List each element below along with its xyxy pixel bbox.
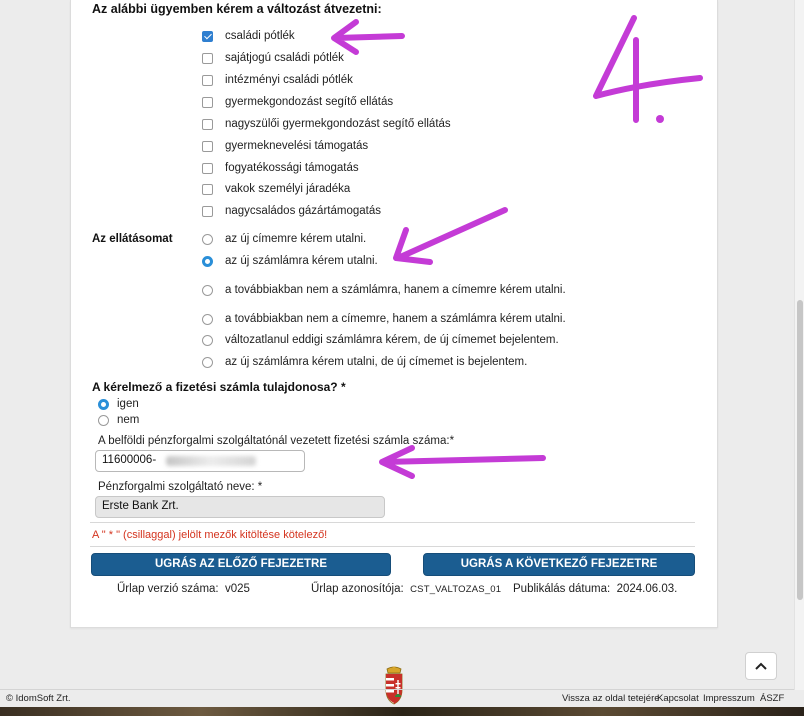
owner-option-no[interactable]: nem: [98, 414, 139, 426]
provider-name-label: Pénzforgalmi szolgáltató neve: *: [98, 481, 263, 493]
page-scrollbar[interactable]: [794, 0, 804, 690]
benefit-label: gyermeknevelési támogatás: [225, 140, 369, 152]
benefit-option-gyermekgondozas[interactable]: gyermekgondozást segítő ellátás: [202, 96, 393, 108]
provider-name-value: Erste Bank Zrt.: [102, 500, 179, 512]
benefit-label: fogyatékossági támogatás: [225, 162, 359, 174]
publish-date-label: Publikálás dátuma:: [513, 583, 611, 595]
benefit-label: nagyszülői gyermekgondozást segítő ellát…: [225, 118, 451, 130]
form-id-value: CST_VALTOZAS_01: [410, 584, 502, 595]
account-number-input[interactable]: 11600006-: [95, 450, 305, 472]
publish-date: Publikálás dátuma: 2024.06.03.: [513, 583, 677, 595]
benefit-option-nagyszuloi[interactable]: nagyszülői gyermekgondozást segítő ellát…: [202, 118, 451, 130]
provider-name-input: Erste Bank Zrt.: [95, 496, 385, 518]
checkbox[interactable]: [202, 183, 213, 195]
impressum-link[interactable]: Impresszum: [703, 693, 755, 704]
desktop-background-strip: [0, 707, 804, 716]
scroll-to-top-button[interactable]: [745, 652, 777, 680]
payment-option-new-account[interactable]: az új számlámra kérem utalni.: [202, 255, 378, 267]
footer: © IdomSoft Zrt. Vissza az oldal tetejére…: [0, 690, 794, 706]
prev-chapter-button[interactable]: UGRÁS AZ ELŐZŐ FEJEZETRE: [91, 553, 391, 576]
payment-option-address-instead[interactable]: a továbbiakban nem a számlámra, hanem a …: [202, 284, 566, 296]
publish-date-value: 2024.06.03.: [616, 583, 678, 595]
benefit-label: családi pótlék: [225, 30, 295, 42]
radio[interactable]: [202, 356, 213, 368]
form-id-label: Űrlap azonosítója:: [311, 583, 404, 595]
form-version-value: v025: [225, 583, 250, 595]
benefit-label: gyermekgondozást segítő ellátás: [225, 96, 394, 108]
form-id: Űrlap azonosítója: CST_VALTOZAS_01: [311, 583, 501, 595]
back-to-top-link[interactable]: Vissza az oldal tetejére: [562, 693, 660, 704]
radio[interactable]: [202, 255, 213, 267]
benefit-option-csaladi-potlek[interactable]: családi pótlék: [202, 30, 295, 42]
benefit-label: nagycsaládos gázártámogatás: [225, 205, 381, 217]
changes-heading: Az alábbi ügyemben kérem a változást átv…: [92, 2, 382, 16]
radio[interactable]: [98, 414, 109, 426]
payment-option-label: az új címemre kérem utalni.: [225, 233, 367, 245]
benefit-option-sajatjogu[interactable]: sajátjogú családi pótlék: [202, 52, 344, 64]
terms-link[interactable]: ÁSZF: [760, 693, 784, 704]
next-chapter-button[interactable]: UGRÁS A KÖVETKEZŐ FEJEZETRE: [423, 553, 695, 576]
radio[interactable]: [202, 284, 213, 296]
checkbox[interactable]: [202, 118, 213, 130]
radio[interactable]: [202, 313, 213, 325]
payment-option-new-account-and-address[interactable]: az új számlámra kérem utalni, de új címe…: [202, 356, 527, 368]
owner-question: A kérelmező a fizetési számla tulajdonos…: [92, 380, 346, 394]
benefit-option-gyermeknevelesi[interactable]: gyermeknevelési támogatás: [202, 140, 368, 152]
form-version: Űrlap verzió száma: v025: [117, 583, 250, 595]
owner-option-yes[interactable]: igen: [98, 398, 139, 410]
payment-option-new-address[interactable]: az új címemre kérem utalni.: [202, 233, 366, 245]
benefit-label: sajátjogú családi pótlék: [225, 52, 344, 64]
benefit-option-vakok[interactable]: vakok személyi járadéka: [202, 183, 350, 195]
redacted-mask: [166, 456, 256, 466]
payment-option-account-instead[interactable]: a továbbiakban nem a címemre, hanem a sz…: [202, 313, 566, 325]
account-number-label: A belföldi pénzforgalmi szolgáltatónál v…: [98, 435, 455, 447]
checkbox[interactable]: [202, 140, 213, 152]
benefit-label: vakok személyi járadéka: [225, 183, 351, 195]
account-number-value: 11600006-: [102, 454, 157, 466]
radio[interactable]: [202, 233, 213, 245]
payment-option-label: a továbbiakban nem a címemre, hanem a sz…: [225, 313, 566, 325]
contact-link[interactable]: Kapcsolat: [657, 693, 699, 704]
checkbox[interactable]: [202, 205, 213, 217]
radio[interactable]: [98, 398, 109, 410]
owner-option-label: nem: [117, 414, 140, 426]
checkbox[interactable]: [202, 52, 213, 64]
form-version-label: Űrlap verzió száma:: [117, 583, 219, 595]
benefit-option-fogyatekossagi[interactable]: fogyatékossági támogatás: [202, 162, 359, 174]
checkbox[interactable]: [202, 96, 213, 108]
required-fields-note: A " * " (csillaggal) jelölt mezők kitölt…: [92, 529, 328, 541]
payment-option-label: változatlanul eddigi számlámra kérem, de…: [225, 334, 559, 346]
benefit-label: intézményi családi pótlék: [225, 74, 353, 86]
payment-option-label: a továbbiakban nem a számlámra, hanem a …: [225, 284, 566, 296]
payment-label: Az ellátásomat: [92, 233, 173, 245]
scrollbar-thumb[interactable]: [797, 300, 803, 600]
payment-option-label: az új számlámra kérem utalni.: [225, 255, 378, 267]
divider: [90, 522, 695, 523]
payment-option-label: az új számlámra kérem utalni, de új címe…: [225, 356, 528, 368]
chevron-up-icon: [755, 662, 767, 670]
divider: [90, 546, 695, 547]
checkbox[interactable]: [202, 30, 213, 42]
checkbox[interactable]: [202, 74, 213, 86]
owner-option-label: igen: [117, 398, 139, 410]
payment-option-unchanged-account[interactable]: változatlanul eddigi számlámra kérem, de…: [202, 334, 559, 346]
benefit-option-gazartamogatas[interactable]: nagycsaládos gázártámogatás: [202, 205, 381, 217]
copyright: © IdomSoft Zrt.: [6, 693, 71, 704]
checkbox[interactable]: [202, 162, 213, 174]
radio[interactable]: [202, 334, 213, 346]
benefit-option-intezmenyi[interactable]: intézményi családi pótlék: [202, 74, 353, 86]
